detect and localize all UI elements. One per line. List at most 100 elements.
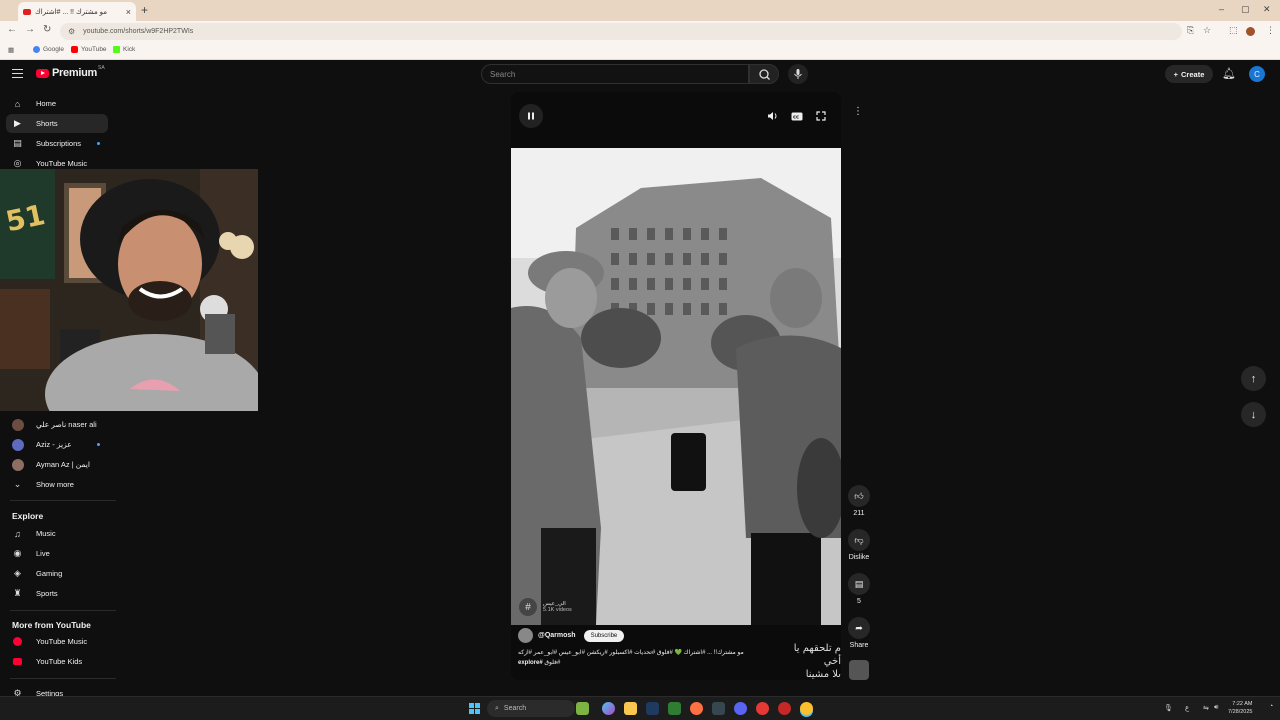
taskbar-widget-icon[interactable] xyxy=(576,702,589,715)
volume-button[interactable] xyxy=(761,104,785,128)
apps-icon[interactable]: ▦ xyxy=(8,46,14,54)
terminal-icon[interactable] xyxy=(712,702,725,715)
sidebar-channel-aziz[interactable]: Aziz - عزيز xyxy=(6,435,108,454)
hashtag-chip[interactable]: # الي_عيس 5.1K videos xyxy=(519,596,572,618)
youtube-icon xyxy=(71,46,78,53)
firefox-icon[interactable] xyxy=(690,702,703,715)
share-button[interactable]: ➦ Share xyxy=(847,617,871,649)
previous-short-button[interactable]: ↑ xyxy=(1241,366,1266,391)
address-bar[interactable]: ⚙ youtube.com/shorts/w9F2HP2TWIs xyxy=(60,23,1182,40)
maximize-icon[interactable]: ▢ xyxy=(1241,4,1250,15)
chrome-active-icon[interactable] xyxy=(800,702,813,715)
sidebar-channel-ayman[interactable]: Ayman Az | ايمن xyxy=(6,455,108,474)
file-explorer-icon[interactable] xyxy=(624,702,637,715)
sidebar-channel-naser-ali[interactable]: ناصر علي naser ali xyxy=(6,415,108,434)
subscribe-button[interactable]: Subscribe xyxy=(583,629,625,642)
sidebar-item-shorts[interactable]: ▶ Shorts xyxy=(6,114,108,133)
new-content-dot xyxy=(97,142,100,145)
new-tab-button[interactable]: + xyxy=(141,3,148,17)
sidebar-item-home[interactable]: ⌂ Home xyxy=(6,94,108,113)
streamer-webcam-image: 51 xyxy=(0,169,258,411)
copilot-icon[interactable] xyxy=(602,702,615,715)
channel-avatar[interactable] xyxy=(518,628,533,643)
taskbar-clock[interactable]: 7:22 AM 7/28/2025 xyxy=(1228,700,1252,716)
share-arrow-icon: ➦ xyxy=(848,617,870,639)
search-button[interactable] xyxy=(749,64,779,84)
sidebar-item-youtube-kids[interactable]: YouTube Kids xyxy=(6,652,108,671)
microphone-icon xyxy=(794,69,802,79)
arrow-up-icon: ↑ xyxy=(1250,372,1257,385)
browser-toolbar: ← → ↻ ⚙ youtube.com/shorts/w9F2HP2TWIs ⎘… xyxy=(0,21,1280,42)
notifications-bell-icon[interactable]: 🔔︎ xyxy=(1222,67,1236,80)
next-short-button[interactable]: ↓ xyxy=(1241,402,1266,427)
sidebar-item-music[interactable]: ♫ Music xyxy=(6,524,108,543)
extension-icon[interactable]: ⬚ xyxy=(1229,25,1238,36)
microphone-tray-icon[interactable]: 🎙︎ xyxy=(1164,704,1173,712)
app-icon[interactable] xyxy=(778,702,791,715)
search-icon xyxy=(759,69,770,80)
short-caption[interactable]: مو مشترك!! ... #اشتراك 💚 #فلوق #تحديات #… xyxy=(518,648,758,668)
speaker-icon[interactable]: 🔊︎ xyxy=(1214,704,1218,712)
bookmark-youtube[interactable]: YouTube xyxy=(71,46,107,53)
taskbar-search[interactable]: ⌕ Search xyxy=(487,700,575,717)
fullscreen-icon xyxy=(816,111,826,121)
sidebar-divider xyxy=(10,678,116,679)
site-info-icon[interactable]: ⚙ xyxy=(68,27,75,36)
forward-icon[interactable]: → xyxy=(25,24,35,35)
windows-start-button[interactable] xyxy=(469,703,480,714)
create-button[interactable]: + Create xyxy=(1165,65,1213,83)
voice-search-button[interactable] xyxy=(788,64,808,84)
chrome-icon[interactable] xyxy=(756,702,769,715)
browser-tab-bar: مو مشترك !! ... #اشتراك × + – ▢ ✕ xyxy=(0,0,1280,21)
more-options-icon[interactable]: ⋮ xyxy=(848,102,868,122)
dislike-button[interactable]: 👎︎ Dislike xyxy=(847,529,871,561)
sidebar-item-live[interactable]: ◉ Live xyxy=(6,544,108,563)
close-window-icon[interactable]: ✕ xyxy=(1263,4,1271,15)
bookmark-google[interactable]: Google xyxy=(33,46,64,53)
channel-row: @Qarmosh Subscribe xyxy=(518,628,625,643)
pause-icon xyxy=(528,112,534,120)
steam-icon[interactable] xyxy=(646,702,659,715)
video-subtitle: م تلحقهم يا أخي يلا مشينا مشينا xyxy=(793,643,841,680)
sidebar-item-subscriptions[interactable]: ▤ Subscriptions xyxy=(6,134,108,153)
home-icon: ⌂ xyxy=(14,98,21,109)
notification-icon[interactable]: ◔ xyxy=(1269,703,1273,710)
profile-icon[interactable] xyxy=(1246,27,1255,36)
comments-button[interactable]: ▤ 5 xyxy=(847,573,871,605)
show-more-button[interactable]: ⌄ Show more xyxy=(6,475,108,494)
video-scene-image xyxy=(511,148,841,625)
minimize-icon[interactable]: – xyxy=(1219,4,1224,14)
account-avatar[interactable]: C xyxy=(1249,66,1265,82)
menu-icon[interactable]: ⋮ xyxy=(1266,25,1275,36)
reload-icon[interactable]: ↻ xyxy=(43,24,51,35)
language-indicator[interactable]: ع xyxy=(1185,704,1189,712)
like-button[interactable]: 👍︎ 211 xyxy=(847,485,871,517)
sidebar-item-gaming[interactable]: ◈ Gaming xyxy=(6,564,108,583)
youtube-premium-logo[interactable]: Premium SA xyxy=(36,65,105,79)
sidebar-item-sports[interactable]: ♜ Sports xyxy=(6,584,108,603)
guide-menu-icon[interactable] xyxy=(12,69,23,78)
subscriptions-icon: ▤ xyxy=(13,138,22,148)
youtube-music-icon xyxy=(12,636,23,647)
back-icon[interactable]: ← xyxy=(7,24,17,35)
network-icon[interactable]: ⇋ xyxy=(1203,704,1209,712)
browser-tab[interactable]: مو مشترك !! ... #اشتراك × xyxy=(18,2,136,21)
caption-hashtag[interactable]: #explore xyxy=(518,660,543,666)
bookmark-star-icon[interactable]: ☆ xyxy=(1203,25,1211,36)
xbox-icon[interactable] xyxy=(668,702,681,715)
hashtag-icon: # xyxy=(519,598,537,616)
sidebar-item-youtube-music-app[interactable]: YouTube Music xyxy=(6,632,108,651)
bookmark-kick[interactable]: Kick xyxy=(113,46,135,53)
shorts-player[interactable]: cc # الي_عيس 5.1K videos @Qarmosh Subscr… xyxy=(511,92,841,680)
captions-button[interactable]: cc xyxy=(785,104,809,128)
install-app-icon[interactable]: ⎘ xyxy=(1187,25,1194,36)
discord-icon[interactable] xyxy=(734,702,747,715)
audio-track-thumbnail[interactable] xyxy=(849,660,869,680)
pause-button[interactable] xyxy=(519,104,543,128)
tab-close-icon[interactable]: × xyxy=(126,7,131,17)
search-input[interactable]: Search xyxy=(481,64,749,84)
short-video-frame[interactable] xyxy=(511,148,841,625)
channel-name[interactable]: @Qarmosh xyxy=(538,632,576,639)
fullscreen-button[interactable] xyxy=(809,104,833,128)
sports-icon: ♜ xyxy=(13,588,22,598)
